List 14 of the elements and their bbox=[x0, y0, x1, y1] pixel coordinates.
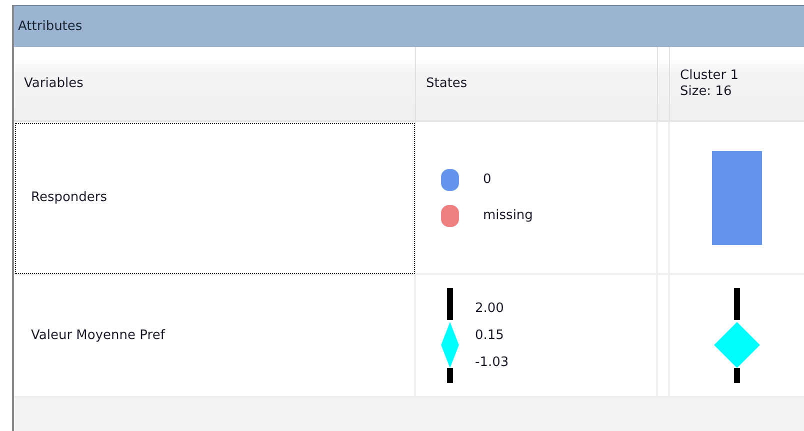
column-header[interactable]: States bbox=[416, 47, 658, 122]
state-value: 2.00 bbox=[475, 301, 505, 316]
state-value: 0.15 bbox=[475, 328, 505, 343]
state-label: missing bbox=[483, 208, 533, 223]
column-header[interactable]: Variables bbox=[14, 47, 416, 122]
variable-cell[interactable]: Responders bbox=[14, 122, 416, 275]
mean-glyph-icon bbox=[441, 288, 459, 384]
state-label: 0 bbox=[483, 172, 492, 187]
panel-title: Attributes bbox=[14, 6, 804, 47]
mean-glyph-icon bbox=[714, 288, 760, 384]
variable-cell[interactable]: Valeur Moyenne Pref bbox=[14, 275, 416, 398]
cluster-size: Size: 16 bbox=[680, 84, 733, 100]
state-value: -1.03 bbox=[475, 355, 509, 370]
column-header[interactable]: Cluster 1 bbox=[680, 68, 739, 84]
